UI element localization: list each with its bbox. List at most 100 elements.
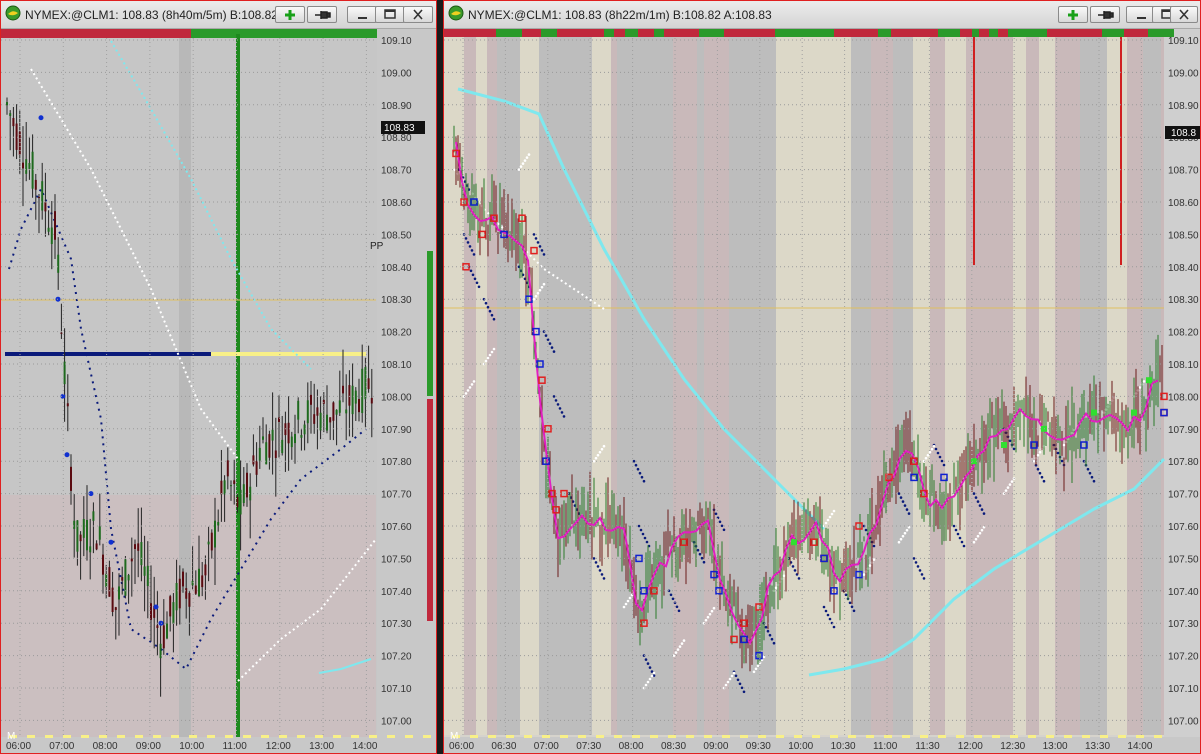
- sar-dot: [708, 612, 712, 616]
- candle-body: [166, 623, 168, 639]
- candle-body: [354, 390, 357, 404]
- session-band: [464, 37, 476, 735]
- price-tick-label: 108.10: [381, 360, 412, 371]
- session-band: [673, 37, 697, 735]
- candle-body: [306, 400, 309, 424]
- price-tick-label: 109.00: [1168, 68, 1199, 79]
- session-dot: [668, 735, 676, 738]
- session-dot: [279, 735, 287, 738]
- sar-dot: [550, 346, 554, 349]
- session-band: [1055, 37, 1073, 735]
- session-dot: [812, 735, 820, 738]
- add-symbol-button[interactable]: [1058, 6, 1088, 23]
- session-band: [617, 37, 632, 735]
- status-strip-segment: [450, 29, 469, 37]
- sar-dot: [596, 565, 600, 568]
- time-tick-label: 12:00: [266, 741, 291, 752]
- session-dot: [722, 735, 730, 738]
- add-symbol-button[interactable]: [275, 6, 305, 23]
- sar-dot: [700, 556, 704, 560]
- status-strip-segment: [724, 29, 731, 37]
- right-title-bar[interactable]: NYMEX:@CLM1: 108.83 (8h22m/1m) B:108.82 …: [444, 1, 1200, 29]
- right-window-title: NYMEX:@CLM1: 108.83 (8h22m/1m) B:108.82 …: [468, 8, 772, 22]
- candle-body: [146, 565, 149, 587]
- session-band: [871, 37, 893, 735]
- candle-body: [210, 532, 213, 551]
- candle-body: [258, 447, 261, 461]
- left-price-chart[interactable]: 109.10 109.00 108.90 108.80 108.70 108.60 108.…: [1, 29, 437, 754]
- left-chart-window[interactable]: NYMEX:@CLM1: 108.83 (8h40m/5m) B:108.82: [0, 0, 437, 754]
- sar-dot: [669, 593, 673, 597]
- sar-dot: [466, 389, 470, 392]
- price-tick-label: 108.30: [381, 295, 412, 306]
- maximize-icon: [384, 9, 396, 19]
- close-button[interactable]: [403, 6, 433, 23]
- sar-dot: [1010, 480, 1014, 483]
- sar-dot: [544, 334, 548, 337]
- status-strip-segment: [720, 29, 724, 37]
- session-band: [651, 37, 673, 735]
- session-dot: [938, 735, 946, 738]
- sar-dot: [980, 528, 984, 532]
- time-tick-label: 09:00: [136, 741, 161, 752]
- sar-dot: [540, 249, 544, 252]
- session-band: [817, 37, 829, 735]
- session-band: [1013, 37, 1026, 735]
- sar-dot: [540, 285, 544, 289]
- time-tick-label: 06:00: [449, 741, 474, 752]
- sar-dot: [728, 677, 732, 681]
- session-dot: [740, 735, 748, 738]
- sar-dot: [475, 281, 479, 285]
- sar-dot: [962, 544, 966, 548]
- candle-body: [82, 518, 85, 538]
- candle-body: [281, 439, 284, 454]
- status-strip-segment: [989, 29, 998, 37]
- candle-body: [114, 607, 117, 611]
- status-strip-segment: [496, 29, 507, 37]
- pin-button[interactable]: [307, 6, 337, 23]
- session-dot: [189, 735, 197, 738]
- session-band: [1073, 37, 1080, 735]
- sar-dot: [527, 153, 531, 156]
- price-tick-label: 108.00: [1168, 392, 1199, 403]
- sar-dot: [710, 609, 714, 613]
- minimize-button[interactable]: [347, 6, 377, 23]
- candle-body: [290, 436, 293, 448]
- price-tick-label: 107.80: [381, 457, 412, 468]
- sar-dot: [862, 573, 866, 576]
- candle-body: [300, 434, 303, 438]
- price-tick-label: 108.70: [1168, 166, 1199, 177]
- pin-button[interactable]: [1090, 6, 1120, 23]
- sar-dot: [832, 625, 836, 629]
- sar-dot: [648, 677, 652, 681]
- sar-dot: [1042, 479, 1046, 483]
- last-price-label: 108.83: [384, 123, 415, 134]
- sar-dot: [852, 609, 856, 613]
- maximize-button[interactable]: [375, 6, 405, 23]
- right-price-chart[interactable]: 109.10109.00108.90108.80108.70108.60108.…: [444, 29, 1201, 754]
- sar-dot: [901, 534, 905, 538]
- right-chart-window[interactable]: NYMEX:@CLM1: 108.83 (8h22m/1m) B:108.82 …: [443, 0, 1201, 754]
- status-strip-segment: [802, 29, 815, 37]
- sar-dot: [772, 641, 776, 645]
- candle-body: [108, 567, 111, 597]
- status-strip-segment: [1141, 29, 1148, 37]
- session-dot: [351, 735, 359, 738]
- candle-body: [34, 179, 37, 190]
- status-strip-segment: [925, 29, 938, 37]
- session-dot: [830, 735, 838, 738]
- candle-body: [194, 585, 197, 594]
- left-title-bar[interactable]: NYMEX:@CLM1: 108.83 (8h40m/5m) B:108.82: [1, 1, 436, 29]
- sar-dot: [976, 500, 980, 503]
- session-dot: [920, 735, 928, 738]
- session-dot: [171, 735, 179, 738]
- session-dot: [956, 735, 964, 738]
- sar-dot: [560, 411, 564, 414]
- candle-body: [127, 575, 130, 581]
- sar-dot: [639, 528, 643, 532]
- close-button[interactable]: [1170, 6, 1198, 23]
- candle-body: [246, 472, 248, 498]
- sar-dot: [1032, 459, 1036, 463]
- price-tick-label: 107.10: [381, 684, 412, 695]
- session-band: [776, 37, 798, 735]
